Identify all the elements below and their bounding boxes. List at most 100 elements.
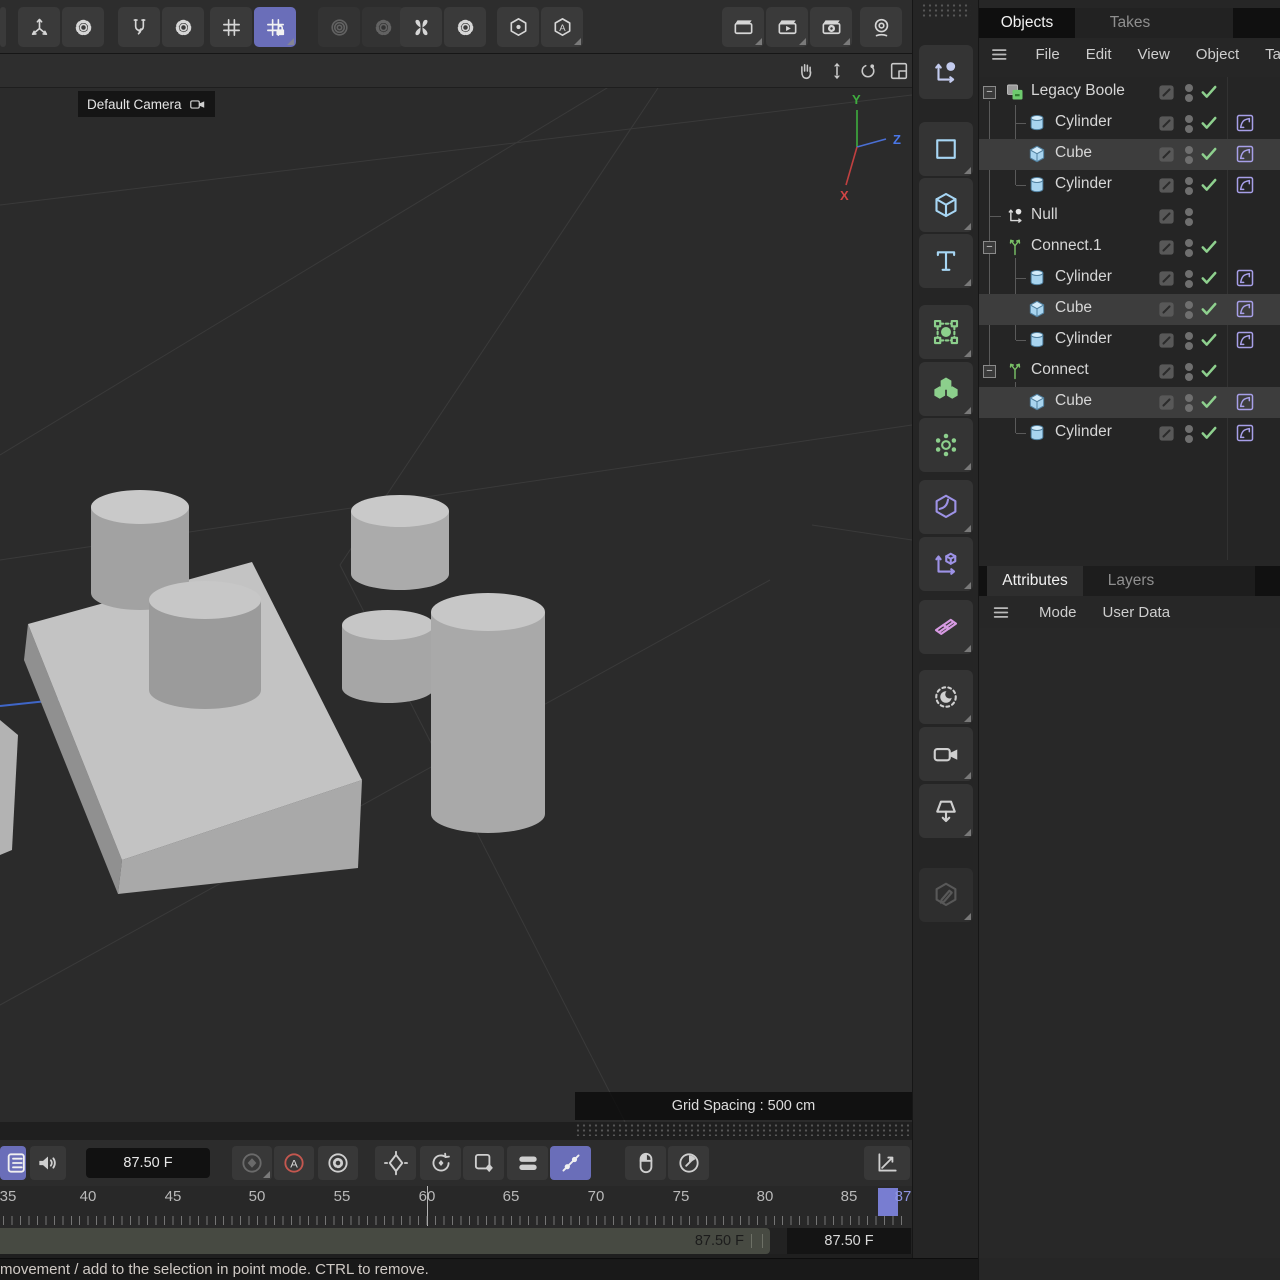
phong-tag-icon[interactable]	[1235, 423, 1255, 443]
dock-grip[interactable]	[921, 3, 971, 18]
null-tool-button[interactable]	[919, 45, 973, 99]
object-label[interactable]: Legacy Boole	[1031, 82, 1125, 100]
phong-tag-icon[interactable]	[1235, 144, 1255, 164]
tree-row-cylinder[interactable]: Cylinder	[979, 108, 1280, 139]
object-label[interactable]: Cube	[1055, 299, 1092, 317]
phong-tag-icon[interactable]	[1235, 330, 1255, 350]
visibility-dot[interactable]	[1185, 177, 1193, 185]
short-cylinder[interactable]	[342, 610, 434, 703]
environment-sun-button[interactable]	[919, 670, 973, 724]
visibility-dot[interactable]	[1185, 249, 1193, 257]
edit-toggle-icon[interactable]	[1157, 238, 1176, 257]
enabled-check-icon[interactable]	[1199, 423, 1219, 443]
camera-tool-button[interactable]	[919, 727, 973, 781]
object-label[interactable]: Connect.1	[1031, 237, 1102, 255]
menu-object[interactable]: Object	[1196, 46, 1239, 63]
rings-button[interactable]	[318, 7, 360, 47]
stage-floor-button[interactable]	[919, 784, 973, 838]
magnet-button[interactable]	[118, 7, 160, 47]
hex-a-button[interactable]: A	[541, 7, 583, 47]
field-hexagon-button[interactable]	[919, 480, 973, 534]
tree-row-legacy-boole[interactable]: −Legacy Boole	[979, 77, 1280, 108]
symmetry-button[interactable]	[400, 7, 442, 47]
viewport[interactable]: Y Z X Default Camera Grid Spacing : 500 …	[0, 54, 912, 1122]
visibility-dot[interactable]	[1185, 208, 1193, 216]
edit-toggle-icon[interactable]	[1157, 83, 1176, 102]
object-label[interactable]: Cylinder	[1055, 330, 1112, 348]
visibility-dot[interactable]	[1185, 146, 1193, 154]
object-label[interactable]: Cube	[1055, 392, 1092, 410]
object-label[interactable]: Cylinder	[1055, 113, 1112, 131]
visibility-dot[interactable]	[1185, 270, 1193, 278]
menu-file[interactable]: File	[1036, 46, 1060, 63]
tree-row-connect-1[interactable]: − Connect.1	[979, 232, 1280, 263]
visibility-dot[interactable]	[1185, 363, 1193, 371]
enabled-check-icon[interactable]	[1199, 237, 1219, 257]
current-frame-field[interactable]: 87.50 F	[86, 1148, 210, 1178]
partial-brick[interactable]	[0, 720, 18, 855]
deformer-axis-button[interactable]	[919, 537, 973, 591]
enabled-check-icon[interactable]	[1199, 392, 1219, 412]
phong-tag-icon[interactable]	[1235, 113, 1255, 133]
visibility-dot[interactable]	[1185, 301, 1193, 309]
tree-row-cylinder[interactable]: Cylinder	[979, 418, 1280, 449]
edit-toggle-icon[interactable]	[1157, 269, 1176, 288]
visibility-dot[interactable]	[1185, 311, 1193, 319]
zoom-updown-button[interactable]	[824, 58, 850, 84]
object-label[interactable]: Cylinder	[1055, 423, 1112, 441]
tab-objects[interactable]: Objects	[979, 8, 1075, 38]
key-next-button[interactable]	[463, 1146, 504, 1180]
settings-gear-button[interactable]	[62, 7, 104, 47]
window-splitter[interactable]	[575, 1123, 912, 1136]
enabled-check-icon[interactable]	[1199, 113, 1219, 133]
visibility-dot[interactable]	[1185, 125, 1193, 133]
text-tool-button[interactable]	[919, 234, 973, 288]
edit-toggle-icon[interactable]	[1157, 300, 1176, 319]
pan-hand-button[interactable]	[793, 58, 819, 84]
record-keyframe-button[interactable]	[232, 1146, 272, 1180]
key-position-button[interactable]	[375, 1146, 416, 1180]
range-grip[interactable]	[751, 1234, 763, 1248]
render-settings-button[interactable]	[810, 7, 852, 47]
key-cycle-button[interactable]	[420, 1146, 461, 1180]
edit-toggle-icon[interactable]	[1157, 207, 1176, 226]
visibility-dot[interactable]	[1185, 280, 1193, 288]
menu-edit[interactable]: Edit	[1086, 46, 1112, 63]
tree-row-cylinder[interactable]: Cylinder	[979, 263, 1280, 294]
end-frame-field[interactable]: 87.50 F	[787, 1228, 911, 1254]
webcam-button[interactable]	[860, 7, 902, 47]
visibility-dot[interactable]	[1185, 394, 1193, 402]
tree-row-connect[interactable]: −Connect	[979, 356, 1280, 387]
scene-3d[interactable]: Y Z X	[0, 88, 912, 1122]
visibility-dot[interactable]	[1185, 239, 1193, 247]
orbit-rotate-button[interactable]	[855, 58, 881, 84]
object-label[interactable]: Cylinder	[1055, 268, 1112, 286]
tree-row-null[interactable]: Null	[979, 201, 1280, 232]
menu-tags-cut[interactable]: Ta	[1265, 46, 1280, 63]
tab-layers[interactable]: Layers	[1083, 566, 1179, 596]
camera-label[interactable]: Default Camera	[78, 91, 215, 117]
enabled-check-icon[interactable]	[1199, 144, 1219, 164]
tab-takes[interactable]: Takes	[1075, 8, 1185, 38]
visibility-dot[interactable]	[1185, 218, 1193, 226]
generator-flower-button[interactable]	[919, 418, 973, 472]
object-label[interactable]: Cylinder	[1055, 175, 1112, 193]
tab-attributes[interactable]: Attributes	[987, 566, 1083, 596]
key-toggles-button[interactable]	[507, 1146, 548, 1180]
subdivision-button[interactable]	[919, 305, 973, 359]
menu-mode[interactable]: Mode	[1039, 604, 1077, 621]
tall-cylinder[interactable]	[431, 593, 545, 833]
visibility-dot[interactable]	[1185, 115, 1193, 123]
tree-row-cube[interactable]: Cube	[979, 139, 1280, 170]
keyframe-settings-button[interactable]	[318, 1146, 358, 1180]
visibility-dot[interactable]	[1185, 94, 1193, 102]
expander-minus[interactable]: −	[983, 241, 996, 254]
object-label[interactable]: Null	[1031, 206, 1058, 224]
mouse-input-button[interactable]	[625, 1146, 666, 1180]
tree-row-cube[interactable]: Cube	[979, 294, 1280, 325]
frame-view-button[interactable]	[886, 58, 912, 84]
edit-hexagon-button[interactable]	[919, 868, 973, 922]
tree-row-cylinder[interactable]: Cylinder	[979, 325, 1280, 356]
edit-toggle-icon[interactable]	[1157, 145, 1176, 164]
tree-row-cylinder[interactable]: Cylinder	[979, 170, 1280, 201]
